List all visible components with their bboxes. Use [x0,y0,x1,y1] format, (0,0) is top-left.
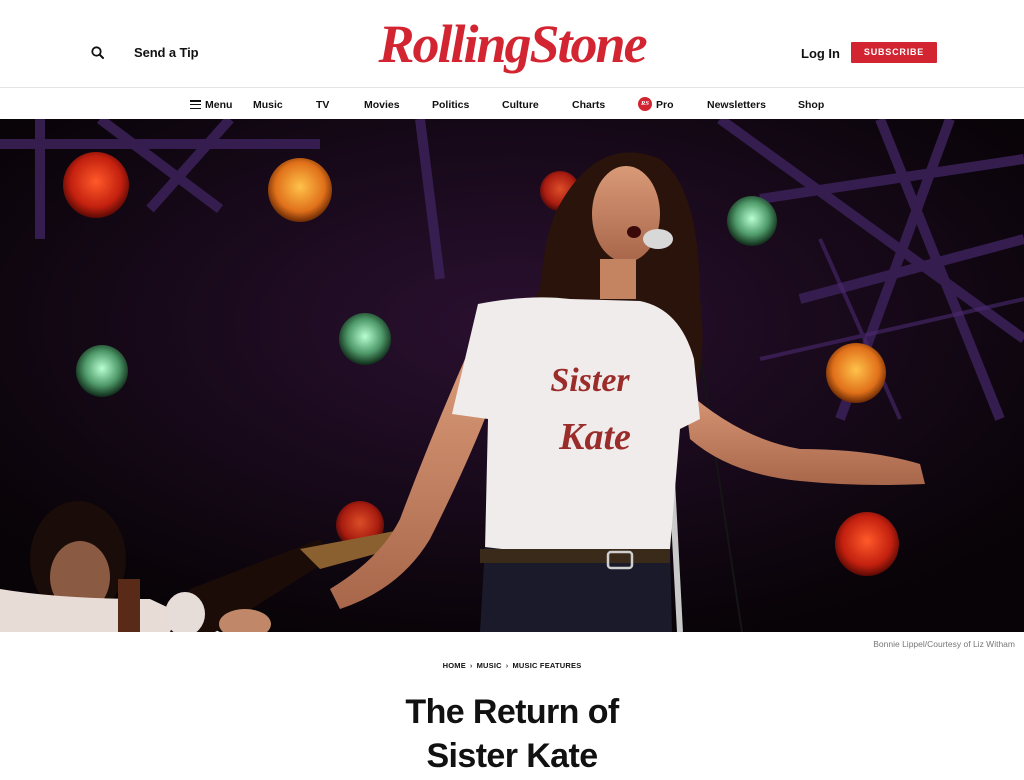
breadcrumb-home[interactable]: HOME [443,661,466,670]
breadcrumb: HOME › MUSIC › MUSIC FEATURES [0,661,1024,670]
hero-image: Sister Kate [0,119,1024,632]
menu-button[interactable]: Menu [205,99,232,111]
menu-icon[interactable] [190,100,201,110]
main-nav: Menu Music TV Movies Politics Culture Ch… [0,89,1024,119]
photo-credit: Bonnie Lippel/Courtesy of Liz Witham [873,639,1015,649]
nav-item-movies[interactable]: Movies [364,99,400,111]
search-icon[interactable] [90,45,106,61]
breadcrumb-music-features[interactable]: MUSIC FEATURES [512,661,581,670]
concert-photo: Sister Kate [0,119,1024,632]
nav-item-music[interactable]: Music [253,99,283,111]
nav-item-shop[interactable]: Shop [798,99,824,111]
login-link[interactable]: Log In [801,46,840,61]
nav-item-politics[interactable]: Politics [432,99,469,111]
article-title-line-1: The Return of [405,693,619,731]
send-tip-link[interactable]: Send a Tip [134,45,199,60]
nav-item-tv[interactable]: TV [316,99,329,111]
rs-pro-icon: RS [638,97,652,111]
subscribe-button[interactable]: SUBSCRIBE [851,42,937,63]
shirt-text-sister: Sister [550,362,630,399]
article-title: The Return of Sister Kate [300,690,724,778]
site-header: Send a Tip RollingStone Log In SUBSCRIBE [0,0,1024,88]
shirt-text-kate: Kate [558,416,631,458]
rolling-stone-logo[interactable]: RollingStone [352,14,672,82]
nav-item-pro[interactable]: Pro [656,99,674,111]
nav-item-charts[interactable]: Charts [572,99,605,111]
logo-text: RollingStone [377,14,646,74]
nav-item-newsletters[interactable]: Newsletters [707,99,766,111]
breadcrumb-separator: › [505,661,509,670]
breadcrumb-separator: › [469,661,473,670]
article-title-line-2: Sister Kate [426,737,598,775]
nav-item-culture[interactable]: Culture [502,99,539,111]
breadcrumb-music[interactable]: MUSIC [477,661,502,670]
